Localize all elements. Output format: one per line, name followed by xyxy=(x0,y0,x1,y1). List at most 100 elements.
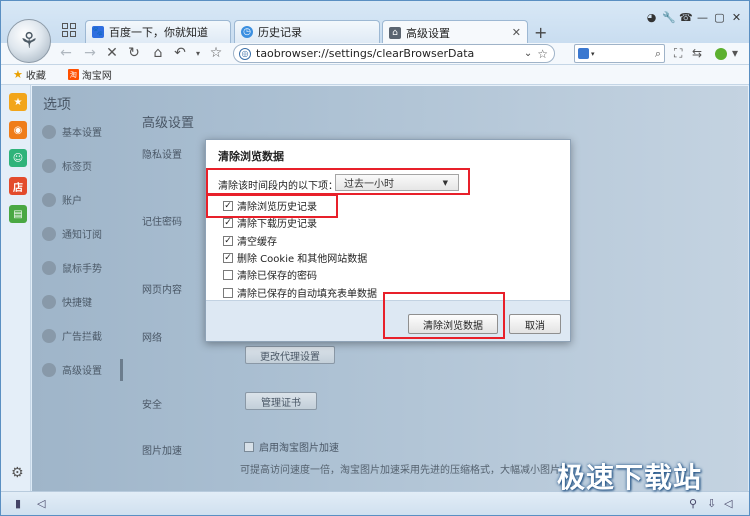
stop-icon[interactable]: ✕ xyxy=(103,45,121,61)
favorites-side-icon[interactable]: ★ xyxy=(9,93,27,111)
forward-icon[interactable]: → xyxy=(81,45,99,61)
address-bar[interactable]: ◎ taobrowser://settings/clearBrowserData… xyxy=(233,44,555,63)
zoom-icon[interactable]: ⚲ xyxy=(689,497,697,510)
refresh-icon[interactable]: ↻ xyxy=(125,45,143,61)
contacts-side-icon[interactable]: ☺ xyxy=(9,149,27,167)
tab-advanced-settings[interactable]: ⌂ 高级设置 ✕ xyxy=(382,20,528,44)
settings-item-notifications[interactable]: 通知订阅 xyxy=(42,226,102,241)
item-label: 广告拦截 xyxy=(62,332,102,343)
back-icon[interactable]: ← xyxy=(57,45,75,61)
watermark-text: 极速下载站 xyxy=(557,461,703,494)
search-engine-icon[interactable] xyxy=(578,48,589,59)
clear-data-button[interactable]: 清除浏览数据 xyxy=(408,314,498,334)
calendar-side-icon[interactable]: ▤ xyxy=(9,205,27,223)
chevron-down-icon[interactable]: ⌄ xyxy=(524,48,532,59)
tools-icon[interactable]: 🔧 xyxy=(662,11,676,24)
download-icon[interactable]: ⇩ xyxy=(707,497,716,510)
undo-dropdown-icon[interactable]: ▾ xyxy=(189,49,207,58)
checkbox-box[interactable] xyxy=(244,441,254,452)
checkbox-checked[interactable]: ✓ xyxy=(223,235,233,246)
time-range-select[interactable]: 过去一小时 ▼ xyxy=(335,174,459,191)
section-network: 网络 xyxy=(142,333,162,344)
close-tab-icon[interactable]: ✕ xyxy=(512,26,521,39)
bookmark-star-icon[interactable]: ☆ xyxy=(537,47,548,61)
minimize-icon[interactable]: — xyxy=(696,11,709,24)
settings-item-advanced[interactable]: 高级设置 xyxy=(42,362,102,377)
option-label: 清空缓存 xyxy=(237,237,277,248)
taobao-side-icon[interactable]: ◉ xyxy=(9,121,27,139)
checkbox-checked[interactable]: ✓ xyxy=(223,217,233,228)
tab-baidu[interactable]: 🐾 百度一下，你就知道 xyxy=(85,20,231,43)
browser-logo-icon[interactable]: ⚘ xyxy=(7,19,51,63)
store-side-icon[interactable]: 店 xyxy=(9,177,27,195)
section-passwords: 记住密码 xyxy=(142,217,182,228)
settings-item-gestures[interactable]: 鼠标手势 xyxy=(42,260,102,275)
sync-icon[interactable]: ⇆ xyxy=(692,46,702,60)
checkbox-checked[interactable]: ✓ xyxy=(223,200,233,211)
search-box[interactable]: ▾ ⌕ xyxy=(574,44,665,63)
tab-grid-icon[interactable] xyxy=(62,23,76,37)
favorite-icon[interactable]: ☆ xyxy=(207,45,225,61)
close-icon[interactable]: ✕ xyxy=(730,11,743,24)
tab-bar: 🐾 百度一下，你就知道 ◷ 历史记录 ⌂ 高级设置 ✕ + ◕ 🔧 ☎ — ▢ … xyxy=(1,1,749,44)
time-range-label: 清除该时间段内的以下项： xyxy=(218,181,338,192)
settings-item-account[interactable]: 账户 xyxy=(42,192,82,207)
gear-icon[interactable]: ⚙ xyxy=(11,465,24,481)
checkbox-unchecked[interactable] xyxy=(223,269,233,280)
option-passwords[interactable]: 清除已保存的密码 xyxy=(223,267,317,282)
mute-icon[interactable]: ◁ xyxy=(724,497,732,510)
option-cache[interactable]: ✓ 清空缓存 xyxy=(223,233,277,248)
option-browsing-history[interactable]: ✓ 清除浏览历史记录 xyxy=(223,198,317,213)
item-label: 快捷键 xyxy=(62,298,92,309)
gear-icon xyxy=(42,124,56,139)
url-text[interactable]: taobrowser://settings/clearBrowserData xyxy=(256,47,524,60)
change-proxy-button[interactable]: 更改代理设置 xyxy=(245,346,335,364)
manage-certificates-button[interactable]: 管理证书 xyxy=(245,392,317,410)
option-autofill[interactable]: 清除已保存的自动填充表单数据 xyxy=(223,285,377,300)
screenshot-icon[interactable]: ⛶ xyxy=(674,46,682,61)
tab-history[interactable]: ◷ 历史记录 xyxy=(234,20,380,43)
keyboard-icon xyxy=(42,294,56,309)
new-tab-icon[interactable]: + xyxy=(534,23,547,42)
settings-item-adblock[interactable]: 广告拦截 xyxy=(42,328,102,343)
menu-dropdown-icon[interactable]: ▾ xyxy=(732,46,738,60)
dialog-footer: 清除浏览数据 取消 xyxy=(206,300,570,341)
bookmark-favorites[interactable]: ★ 收藏 xyxy=(13,67,46,82)
option-download-history[interactable]: ✓ 清除下载历史记录 xyxy=(223,215,317,230)
settings-item-tabs[interactable]: 标签页 xyxy=(42,158,92,173)
sidebar-toggle-icon[interactable]: ▮ xyxy=(15,497,21,510)
checkbox-checked[interactable]: ✓ xyxy=(223,252,233,263)
home-icon[interactable]: ⌂ xyxy=(149,45,167,61)
engine-dropdown-icon[interactable]: ▾ xyxy=(591,50,595,58)
speaker-icon xyxy=(42,226,56,241)
section-privacy: 隐私设置 xyxy=(142,150,182,161)
briefcase-icon xyxy=(42,362,56,377)
dialog-title: 清除浏览数据 xyxy=(218,150,284,163)
extension-icon[interactable] xyxy=(715,48,727,60)
history-icon: ◷ xyxy=(241,26,253,38)
item-label: 基本设置 xyxy=(62,128,102,139)
window-controls: ◕ 🔧 ☎ — ▢ ✕ xyxy=(645,11,743,24)
undo-icon[interactable]: ↶ xyxy=(171,45,189,61)
option-cookies[interactable]: ✓ 删除 Cookie 和其他网站数据 xyxy=(223,250,367,265)
settings-item-basic[interactable]: 基本设置 xyxy=(42,124,102,139)
checkbox-unchecked[interactable] xyxy=(223,287,233,298)
skin-icon[interactable]: ◕ xyxy=(645,11,658,24)
maximize-icon[interactable]: ▢ xyxy=(713,11,726,24)
item-label: 高级设置 xyxy=(62,366,102,377)
mouse-icon xyxy=(42,260,56,275)
search-icon[interactable]: ⌕ xyxy=(655,47,661,61)
option-label: 删除 Cookie 和其他网站数据 xyxy=(237,254,368,265)
menu-icon[interactable]: ☎ xyxy=(679,11,693,24)
speaker-icon[interactable]: ◁ xyxy=(37,497,45,510)
settings-item-shortcuts[interactable]: 快捷键 xyxy=(42,294,92,309)
item-label: 鼠标手势 xyxy=(62,264,102,275)
settings-icon: ⌂ xyxy=(389,26,401,39)
selected-indicator xyxy=(120,359,123,381)
section-image-acceleration: 图片加速 xyxy=(142,446,182,457)
tab-label: 历史记录 xyxy=(258,26,302,39)
image-accel-checkbox[interactable]: 启用淘宝图片加速 xyxy=(244,439,339,454)
bookmark-taobao[interactable]: 淘 淘宝网 xyxy=(67,67,112,82)
tabs-icon xyxy=(42,158,56,173)
cancel-button[interactable]: 取消 xyxy=(509,314,561,334)
